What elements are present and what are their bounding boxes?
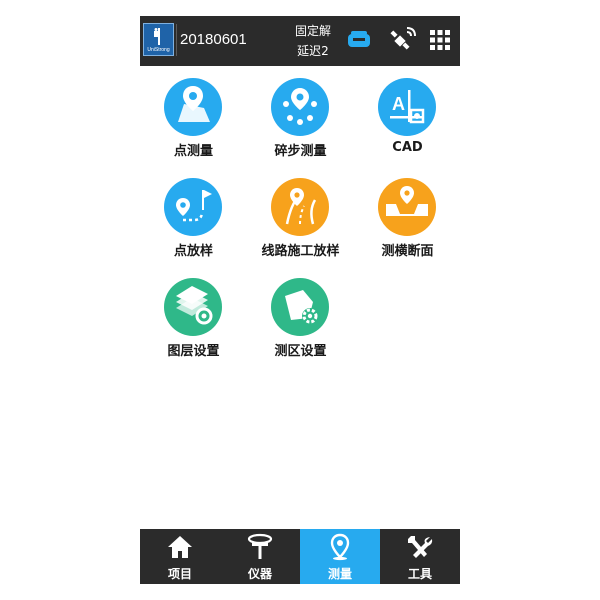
point-survey-icon bbox=[164, 78, 222, 136]
detail-survey-icon bbox=[271, 78, 329, 136]
nav-label: 工具 bbox=[407, 567, 432, 581]
header-divider bbox=[176, 24, 177, 56]
app-screen: UniStrong 20180601 固定解 延迟2 点测量 碎步测量 A CA… bbox=[140, 16, 460, 584]
menu-item-label: CAD bbox=[392, 140, 423, 155]
menu-item-label: 点放样 bbox=[173, 244, 213, 259]
menu-item-layer-settings[interactable]: 图层设置 bbox=[140, 274, 247, 374]
menu-item-label: 点测量 bbox=[173, 144, 213, 159]
area-settings-icon bbox=[271, 278, 329, 336]
road-stakeout-icon bbox=[271, 178, 329, 236]
menu-item-label: 测横断面 bbox=[381, 244, 434, 259]
menu-item-road-stakeout[interactable]: 线路施工放样 bbox=[247, 174, 354, 274]
logo-text: UniStrong bbox=[147, 47, 170, 53]
svg-text:A: A bbox=[392, 94, 405, 114]
menu-item-label: 图层设置 bbox=[167, 344, 220, 359]
menu-item-label: 线路施工放样 bbox=[261, 244, 340, 259]
receiver-icon[interactable] bbox=[345, 26, 373, 54]
menu-item-cad[interactable]: A CAD bbox=[354, 74, 460, 174]
nav-item-tools[interactable]: 工具 bbox=[380, 529, 460, 584]
layer-settings-icon bbox=[164, 278, 222, 336]
header-bar: UniStrong 20180601 固定解 延迟2 bbox=[140, 16, 460, 66]
surveyor-icon bbox=[154, 28, 160, 45]
latency-text: 延迟2 bbox=[297, 44, 329, 58]
solution-status[interactable]: 固定解 延迟2 bbox=[288, 21, 338, 61]
nav-item-project[interactable]: 项目 bbox=[140, 529, 220, 584]
bottom-nav: 项目 仪器 测量 工具 bbox=[140, 529, 460, 584]
menu-item-label: 碎步测量 bbox=[274, 144, 327, 159]
point-stakeout-icon bbox=[164, 178, 222, 236]
menu-item-point-survey[interactable]: 点测量 bbox=[140, 74, 247, 174]
menu-item-detail-survey[interactable]: 碎步测量 bbox=[247, 74, 354, 174]
menu-item-label: 测区设置 bbox=[274, 344, 327, 359]
menu-item-area-settings[interactable]: 测区设置 bbox=[247, 274, 354, 374]
home-icon bbox=[168, 536, 192, 558]
nav-item-survey[interactable]: 测量 bbox=[300, 529, 380, 584]
tools-icon bbox=[408, 536, 433, 558]
solution-status-text: 固定解 bbox=[294, 24, 331, 38]
nav-label: 仪器 bbox=[247, 567, 272, 581]
nav-label: 测量 bbox=[327, 567, 352, 581]
grid-menu-icon[interactable] bbox=[426, 26, 454, 54]
app-logo[interactable]: UniStrong bbox=[143, 23, 174, 56]
menu-item-point-stakeout[interactable]: 点放样 bbox=[140, 174, 247, 274]
nav-item-instrument[interactable]: 仪器 bbox=[220, 529, 300, 584]
location-pin-icon bbox=[330, 533, 350, 561]
menu-item-cross-section[interactable]: 测横断面 bbox=[354, 174, 460, 274]
project-name[interactable]: 20180601 bbox=[180, 31, 247, 48]
satellite-icon[interactable] bbox=[388, 26, 416, 54]
nav-label: 项目 bbox=[167, 567, 192, 581]
instrument-icon bbox=[247, 533, 273, 559]
cross-section-icon bbox=[378, 178, 436, 236]
cad-icon: A bbox=[378, 78, 436, 136]
